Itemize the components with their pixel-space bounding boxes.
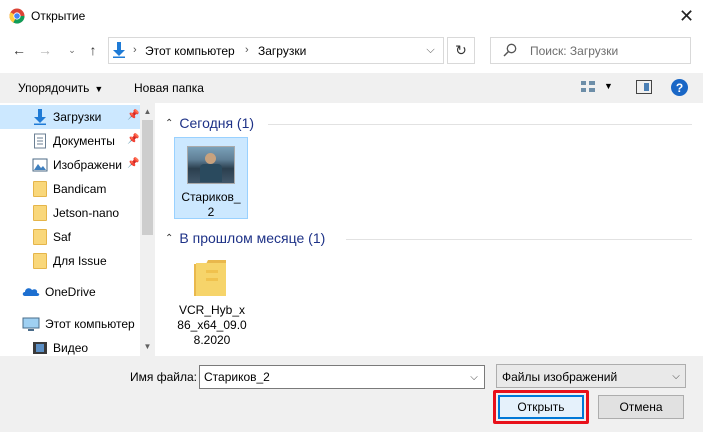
group-header-today[interactable]: ⌃ Сегодня (1) <box>165 115 254 131</box>
address-dropdown-icon[interactable]: ⌵ <box>417 37 444 64</box>
nav-item-saf[interactable]: Saf <box>0 225 140 249</box>
close-button[interactable]: ✕ <box>670 0 703 32</box>
nav-label: Видео <box>53 341 89 355</box>
nav-label: OneDrive <box>45 285 96 299</box>
filename-value: Стариков_2 <box>204 370 270 384</box>
folder-icon <box>33 229 47 245</box>
search-icon <box>503 43 517 57</box>
group-header-last-month[interactable]: ⌃ В прошлом месяце (1) <box>165 230 325 246</box>
window-title: Открытие <box>31 9 86 23</box>
folder-icon <box>33 205 47 221</box>
filename-dropdown-icon[interactable]: ⌵ <box>464 366 484 388</box>
back-arrow-icon[interactable]: ← <box>9 40 29 60</box>
group-label: Сегодня (1) <box>179 115 255 131</box>
filename-label: Имя файла: <box>130 370 197 384</box>
view-dropdown-icon[interactable]: ▼ <box>604 81 613 91</box>
file-name-line: 86_x64_09.0 <box>177 318 247 332</box>
video-icon <box>33 342 47 354</box>
nav-label: Загрузки <box>53 110 102 124</box>
onedrive-cloud-icon <box>22 288 40 296</box>
nav-label: Saf <box>53 230 72 244</box>
chevron-up-icon: ⌃ <box>165 117 174 129</box>
pin-icon: 📌 <box>127 134 140 145</box>
refresh-icon[interactable]: ↻ <box>447 37 475 64</box>
nav-item-pictures[interactable]: Изображени 📌 <box>0 153 140 177</box>
file-name-line: VCR_Hyb_x <box>178 303 246 317</box>
nav-label: Документы <box>53 134 115 148</box>
chevron-up-icon: ⌃ <box>165 232 174 244</box>
scroll-thumb[interactable] <box>142 120 153 235</box>
computer-icon <box>22 317 40 331</box>
breadcrumb-downloads[interactable]: Загрузки <box>258 44 306 58</box>
view-options-icon[interactable] <box>580 80 596 94</box>
nav-label: Bandicam <box>53 182 107 196</box>
chrome-logo-icon <box>9 8 25 24</box>
pin-icon: 📌 <box>127 110 140 121</box>
pin-icon: 📌 <box>127 158 140 169</box>
folder-icon <box>33 181 47 197</box>
breadcrumb-separator: › <box>245 44 249 56</box>
document-icon <box>34 133 46 149</box>
cancel-button[interactable]: Отмена <box>598 395 684 419</box>
nav-item-documents[interactable]: Документы 📌 <box>0 129 140 153</box>
nav-item-bandicam[interactable]: Bandicam <box>0 177 140 201</box>
scroll-down-icon[interactable]: ▼ <box>140 338 155 354</box>
open-button[interactable]: Открыть <box>498 395 584 419</box>
organize-label: Упорядочить <box>18 81 90 95</box>
breadcrumb-separator: › <box>133 44 137 56</box>
file-name-vcr[interactable]: VCR_Hyb_x 86_x64_09.0 8.2020 <box>170 303 254 348</box>
file-name-line: 2 <box>207 205 215 219</box>
nav-label: Этот компьютер <box>45 317 135 331</box>
help-icon[interactable]: ? <box>671 79 688 96</box>
nav-item-onedrive[interactable]: OneDrive <box>0 280 140 304</box>
download-arrow-icon <box>34 109 46 125</box>
nav-label: Изображени <box>53 158 122 172</box>
group-divider <box>268 124 692 125</box>
downloads-arrow-icon <box>113 42 125 58</box>
pictures-icon <box>32 158 48 172</box>
file-name-starikov: Стариков_ 2 <box>174 190 248 220</box>
scroll-up-icon[interactable]: ▲ <box>140 103 155 119</box>
toolbar <box>0 73 703 103</box>
nav-item-this-pc[interactable]: Этот компьютер <box>0 312 140 336</box>
file-type-dropdown-icon[interactable]: ⌵ <box>667 366 685 386</box>
search-placeholder: Поиск: Загрузки <box>530 44 619 58</box>
caret-down-icon: ▼ <box>94 84 104 94</box>
breadcrumb-this-pc[interactable]: Этот компьютер <box>145 44 235 58</box>
file-name-line: Стариков_ <box>181 190 241 204</box>
preview-pane-icon[interactable] <box>636 80 652 94</box>
image-thumbnail <box>187 146 235 184</box>
folder-icon <box>33 253 47 269</box>
nav-item-downloads[interactable]: Загрузки 📌 <box>0 105 140 129</box>
new-folder-button[interactable]: Новая папка <box>134 81 204 95</box>
file-name-line: 8.2020 <box>193 333 231 347</box>
group-label: В прошлом месяце (1) <box>179 230 326 246</box>
up-arrow-icon[interactable]: ↑ <box>83 40 103 60</box>
organize-menu[interactable]: Упорядочить ▼ <box>18 81 103 95</box>
forward-arrow-icon[interactable]: → <box>35 40 55 60</box>
folder-icon[interactable] <box>192 258 228 298</box>
group-divider <box>346 239 692 240</box>
nav-label: Jetson-nano <box>53 206 120 220</box>
recent-locations-chevron-icon[interactable]: ⌄ <box>62 40 82 60</box>
nav-label: Для Issue <box>53 254 107 268</box>
nav-item-for-issue[interactable]: Для Issue <box>0 249 140 273</box>
nav-item-jetson-nano[interactable]: Jetson-nano <box>0 201 140 225</box>
title-bar <box>0 0 703 32</box>
file-type-value: Файлы изображений <box>502 370 618 384</box>
